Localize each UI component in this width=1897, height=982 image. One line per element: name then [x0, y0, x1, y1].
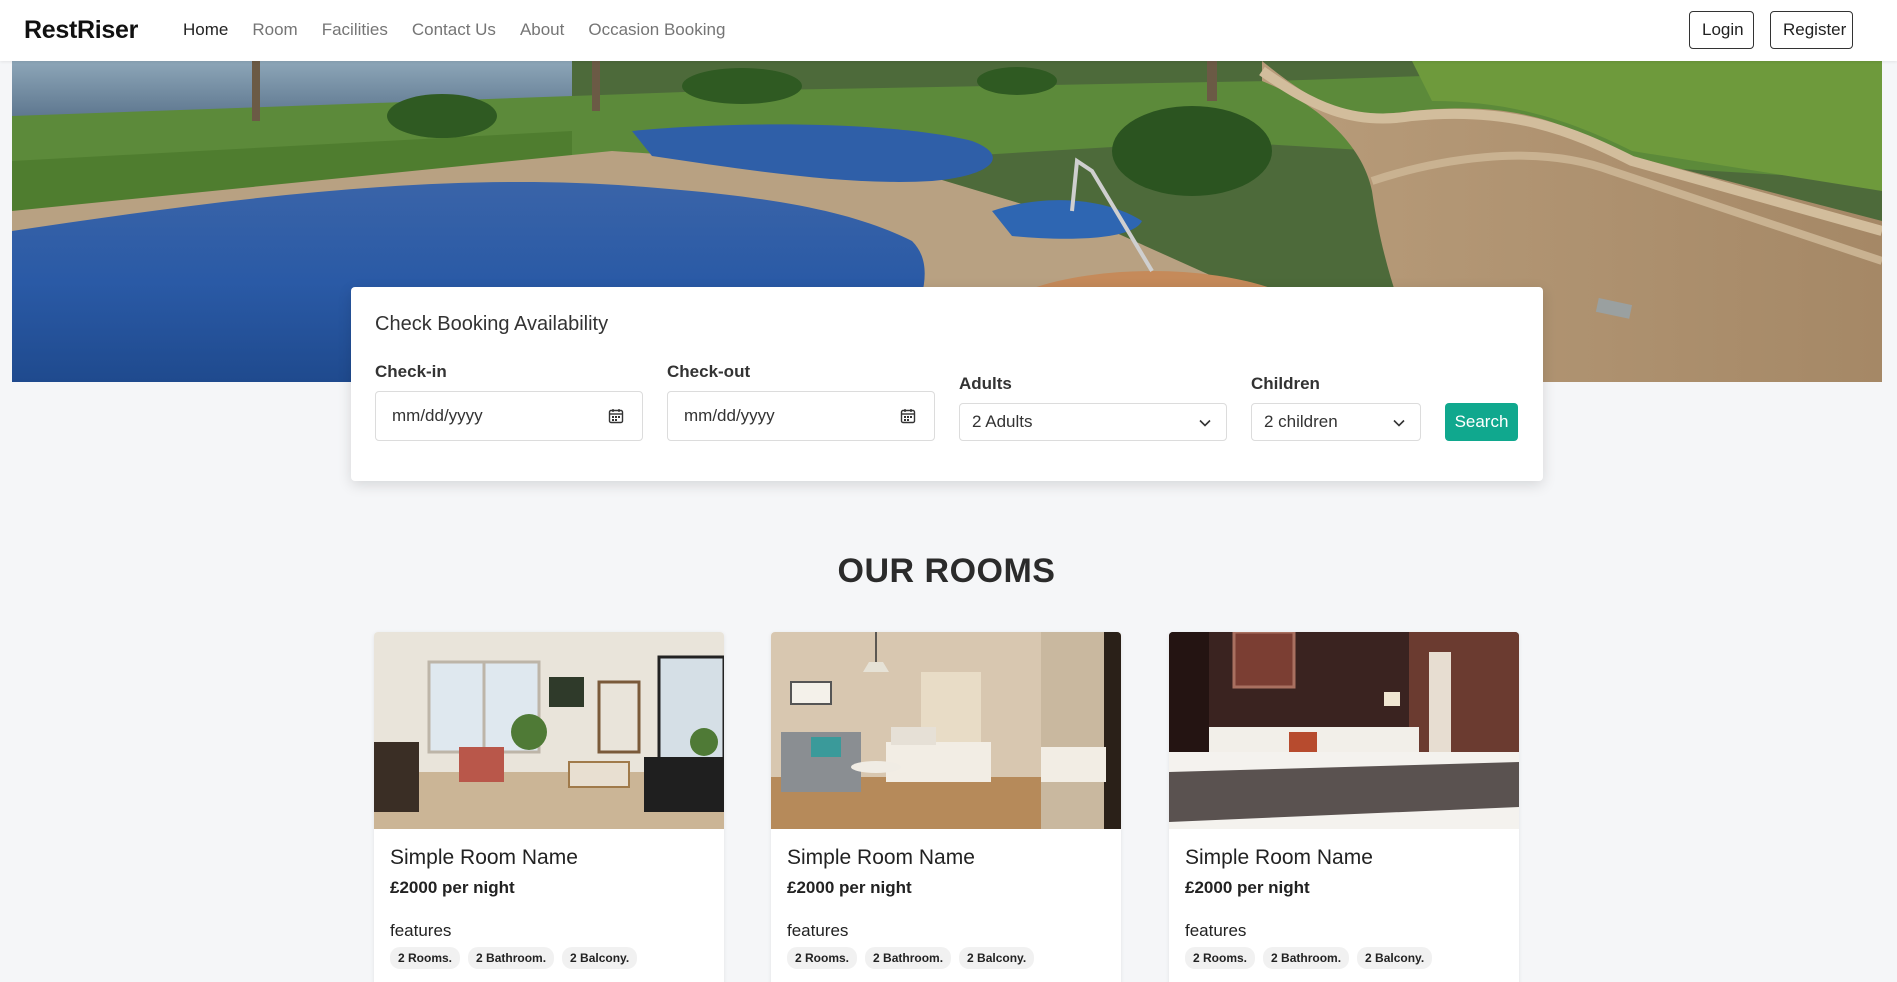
room-name: Simple Room Name — [390, 846, 578, 869]
feature-badge: 2 Rooms. — [787, 947, 858, 969]
login-button[interactable]: Login — [1689, 11, 1754, 49]
room-features: 2 Rooms. 2 Bathroom. 2 Balcony. — [390, 947, 638, 969]
room-image-twin — [771, 632, 1121, 829]
children-selected-value: 2 children — [1264, 412, 1338, 431]
register-button[interactable]: Register — [1770, 11, 1853, 49]
chevron-down-icon — [1199, 419, 1211, 427]
room-image-bedroom — [1169, 632, 1519, 829]
children-select[interactable]: 2 children — [1251, 403, 1421, 441]
checkout-label: Check-out — [667, 362, 751, 381]
nav-link-home[interactable]: Home — [183, 20, 228, 40]
feature-badge: 2 Bathroom. — [1263, 947, 1350, 969]
nav-link-facilities[interactable]: Facilities — [322, 20, 388, 40]
brand-logo[interactable]: RestRiser — [24, 16, 138, 45]
nav-link-room[interactable]: Room — [252, 20, 297, 40]
room-features-label: features — [390, 921, 452, 940]
nav-link-occasion-booking[interactable]: Occasion Booking — [588, 20, 725, 40]
checkout-placeholder: mm/dd/yyyy — [684, 406, 775, 425]
checkin-label: Check-in — [375, 362, 447, 381]
room-price: £2000 per night — [1185, 878, 1310, 897]
room-card[interactable]: Simple Room Name £2000 per night feature… — [374, 632, 724, 982]
booking-availability-card: Check Booking Availability Check-in mm/d… — [351, 287, 1543, 481]
feature-badge: 2 Bathroom. — [865, 947, 952, 969]
room-name: Simple Room Name — [1185, 846, 1373, 869]
room-price: £2000 per night — [390, 878, 515, 897]
booking-title: Check Booking Availability — [375, 313, 609, 335]
nav-links: Home Room Facilities Contact Us About Oc… — [183, 20, 725, 40]
checkin-placeholder: mm/dd/yyyy — [392, 406, 483, 425]
room-image-living — [374, 632, 724, 829]
checkin-date-input[interactable]: mm/dd/yyyy — [375, 391, 643, 441]
adults-label: Adults — [959, 374, 1012, 393]
search-button[interactable]: Search — [1445, 403, 1518, 441]
feature-badge: 2 Balcony. — [1357, 947, 1433, 969]
feature-badge: 2 Rooms. — [1185, 947, 1256, 969]
children-label: Children — [1251, 374, 1320, 393]
feature-badge: 2 Rooms. — [390, 947, 461, 969]
chevron-down-icon — [1393, 419, 1405, 427]
feature-badge: 2 Balcony. — [959, 947, 1035, 969]
navbar: RestRiser Home Room Facilities Contact U… — [0, 0, 1897, 61]
room-price: £2000 per night — [787, 878, 912, 897]
room-card[interactable]: Simple Room Name £2000 per night feature… — [771, 632, 1121, 982]
calendar-icon[interactable] — [608, 408, 624, 424]
calendar-icon[interactable] — [900, 408, 916, 424]
nav-link-about[interactable]: About — [520, 20, 564, 40]
room-features: 2 Rooms. 2 Bathroom. 2 Balcony. — [1185, 947, 1433, 969]
rooms-section-title: OUR ROOMS — [837, 552, 1056, 590]
checkout-date-input[interactable]: mm/dd/yyyy — [667, 391, 935, 441]
room-features: 2 Rooms. 2 Bathroom. 2 Balcony. — [787, 947, 1035, 969]
feature-badge: 2 Balcony. — [562, 947, 638, 969]
room-features-label: features — [1185, 921, 1247, 940]
room-name: Simple Room Name — [787, 846, 975, 869]
feature-badge: 2 Bathroom. — [468, 947, 555, 969]
nav-link-contact[interactable]: Contact Us — [412, 20, 496, 40]
room-card[interactable]: Simple Room Name £2000 per night feature… — [1169, 632, 1519, 982]
room-features-label: features — [787, 921, 849, 940]
adults-selected-value: 2 Adults — [972, 412, 1033, 431]
adults-select[interactable]: 2 Adults — [959, 403, 1227, 441]
